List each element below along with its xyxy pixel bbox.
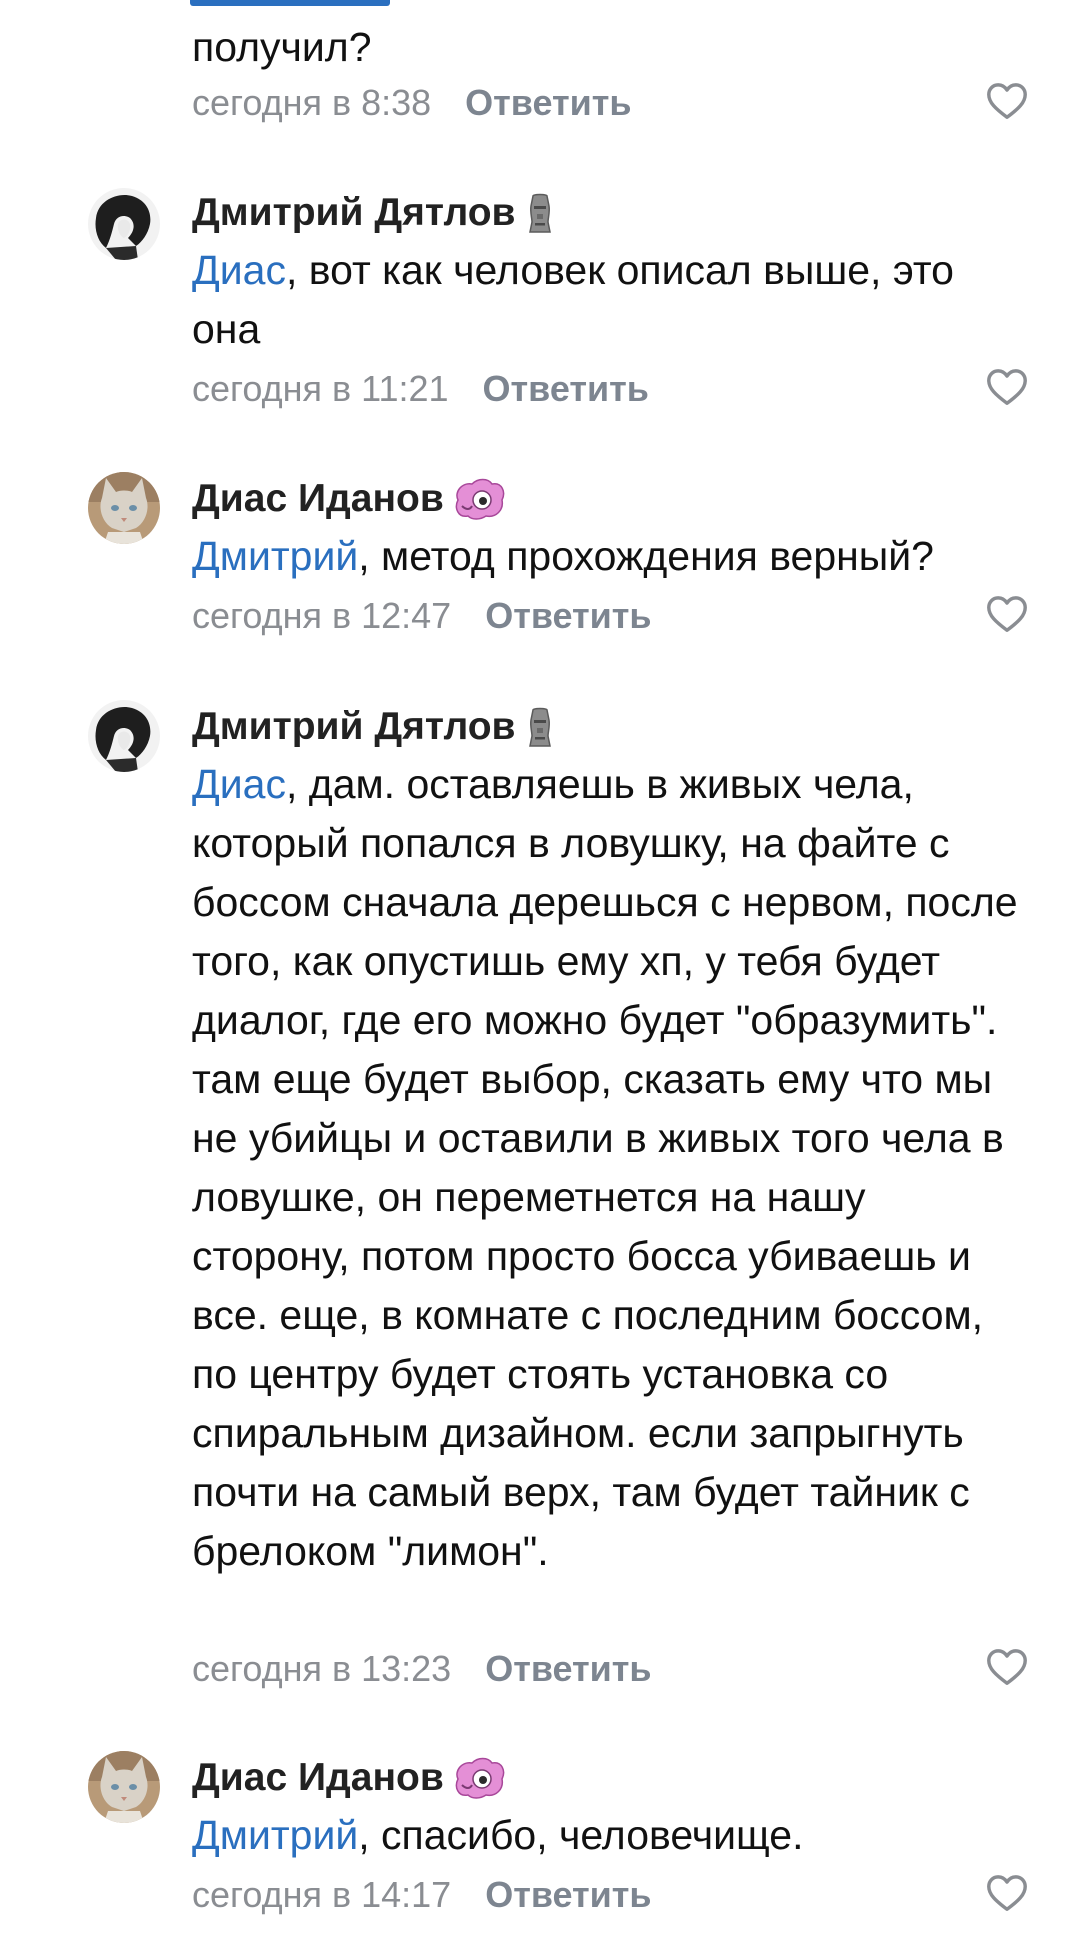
comment-text: Дмитрий, метод прохождения верный?: [192, 527, 1032, 586]
comment-meta: сегодня в 14:17 Ответить: [192, 1872, 652, 1918]
comment-text: Дмитрий, спасибо, человечище.: [192, 1806, 1032, 1865]
comment-author[interactable]: Дмитрий Дятлов: [192, 188, 556, 238]
heart-icon[interactable]: [984, 78, 1030, 124]
pink-monster-icon: [452, 478, 506, 520]
moai-icon: [524, 706, 556, 748]
mention-link[interactable]: Диас: [192, 761, 286, 807]
comment-timestamp: сегодня в 13:23: [192, 1648, 452, 1689]
comment-author[interactable]: Диас Иданов: [192, 1753, 506, 1803]
reply-button[interactable]: Ответить: [465, 82, 631, 123]
comment-timestamp: сегодня в 8:38: [192, 82, 432, 123]
reply-button[interactable]: Ответить: [485, 1648, 651, 1689]
avatar[interactable]: [88, 1751, 160, 1823]
moai-icon: [524, 192, 556, 234]
heart-icon[interactable]: [984, 1870, 1030, 1916]
mention-link[interactable]: Диас: [192, 247, 286, 293]
heart-icon[interactable]: [984, 591, 1030, 637]
comment-text-body: , дам. оставляешь в живых чела, который …: [192, 761, 1018, 1574]
avatar[interactable]: [88, 700, 160, 772]
comment-timestamp: сегодня в 14:17: [192, 1874, 452, 1915]
comment-meta: сегодня в 8:38 Ответить: [192, 80, 632, 126]
avatar[interactable]: [88, 188, 160, 260]
comments-feed: получил? сегодня в 8:38 Ответить Дмитрий …: [0, 0, 1080, 1942]
comment-meta: сегодня в 12:47 Ответить: [192, 593, 652, 639]
author-name: Дмитрий Дятлов: [192, 191, 516, 234]
comment-author[interactable]: Дмитрий Дятлов: [192, 702, 556, 752]
avatar[interactable]: [88, 472, 160, 544]
author-name: Дмитрий Дятлов: [192, 705, 516, 748]
comment-text-body: , вот как человек описал выше, это она: [192, 247, 954, 352]
comment-text-body: получил?: [192, 24, 372, 70]
comment-author[interactable]: Диас Иданов: [192, 474, 506, 524]
comment-timestamp: сегодня в 11:21: [192, 368, 449, 409]
comment-text: получил?: [192, 18, 1032, 77]
author-name: Диас Иданов: [192, 1756, 444, 1799]
comment-text-body: , спасибо, человечище.: [358, 1812, 804, 1858]
mention-link[interactable]: Дмитрий: [192, 1812, 358, 1858]
avatar-image: [88, 1751, 160, 1823]
comment-text-body: , метод прохождения верный?: [358, 533, 934, 579]
comment-text: Диас, дам. оставляешь в живых чела, кото…: [192, 755, 1032, 1581]
heart-icon[interactable]: [984, 1644, 1030, 1690]
cut-off-mention-fragment: [190, 0, 390, 6]
avatar-image: [88, 472, 160, 544]
mention-link[interactable]: Дмитрий: [192, 533, 358, 579]
heart-icon[interactable]: [984, 364, 1030, 410]
comment-meta: сегодня в 11:21 Ответить: [192, 366, 649, 412]
pink-monster-icon: [452, 1757, 506, 1799]
reply-button[interactable]: Ответить: [485, 595, 651, 636]
reply-button[interactable]: Ответить: [483, 368, 649, 409]
comment-meta: сегодня в 13:23 Ответить: [192, 1646, 652, 1692]
comment-text: Диас, вот как человек описал выше, это о…: [192, 241, 1032, 359]
comment-timestamp: сегодня в 12:47: [192, 595, 452, 636]
reply-button[interactable]: Ответить: [485, 1874, 651, 1915]
avatar-image: [88, 700, 160, 772]
author-name: Диас Иданов: [192, 477, 444, 520]
avatar-image: [88, 188, 160, 260]
